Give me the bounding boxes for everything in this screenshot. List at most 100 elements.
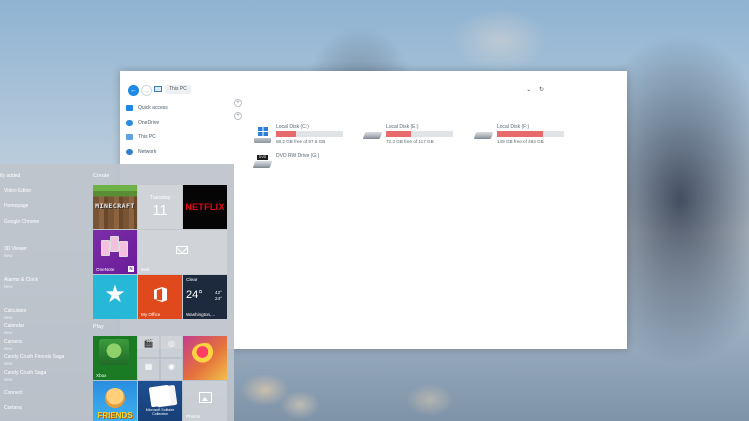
sidebar-item-label: This PC <box>138 134 156 140</box>
drive-free-space: 68.2 GB free of 97.6 GB <box>276 139 326 144</box>
tile-camera[interactable]: ◉ <box>161 359 182 380</box>
tile-photos[interactable]: Photos <box>183 381 227 421</box>
windows-drive-icon <box>258 127 268 136</box>
app-list-item[interactable]: Cortana <box>4 405 22 411</box>
refresh-icon[interactable]: ↻ <box>539 87 544 93</box>
tile-weather[interactable]: Clear 24° 42° 24° Washington,... <box>183 275 227 319</box>
tile-xbox[interactable]: Xbox <box>93 336 137 380</box>
hard-drive-icon <box>362 132 383 139</box>
app-list-item[interactable]: Camera <box>4 339 22 345</box>
tile-candy-crush-saga[interactable] <box>183 336 227 380</box>
app-list-item[interactable]: Google Chrome <box>4 219 39 225</box>
app-new-badge: New <box>4 361 13 366</box>
tile-movies[interactable]: 🎬 <box>138 336 159 357</box>
app-list-item[interactable]: Connect <box>4 390 23 396</box>
back-button[interactable]: ← <box>128 85 139 96</box>
minecraft-logo: MINECRAFT <box>95 202 135 210</box>
address-bar[interactable]: This PC <box>165 85 191 94</box>
office-logo-icon <box>154 287 167 302</box>
tile-label: Xbox <box>96 373 107 378</box>
drive-g-dvd[interactable]: DVD DVD RW Drive (G:) <box>252 153 349 177</box>
drive-f[interactable]: Local Disk (F:) 149 GB free of 483 GB <box>473 124 570 148</box>
app-list-item[interactable]: Candy Crush Saga <box>4 370 46 376</box>
sidebar-item-label: Network <box>138 148 157 155</box>
netflix-logo: NETFLIX <box>185 202 225 212</box>
sidebar-item-network[interactable]: Network <box>126 145 236 159</box>
app-list: tly added Video Editor Homepage Google C… <box>0 164 85 421</box>
tile-groove-music[interactable]: ◎ <box>161 336 182 357</box>
quick-access-star-icon <box>126 105 133 111</box>
solitaire-title: Microsoft Solitaire Collection <box>145 408 175 417</box>
toolbar-right-icons: ⌄ ↻ <box>520 86 544 93</box>
playing-cards-icon <box>148 384 172 408</box>
group-title-play: Play <box>93 324 104 330</box>
app-new-badge: New <box>4 330 13 335</box>
hard-drive-icon <box>473 132 494 139</box>
tile-candy-crush-friends[interactable]: FRIENDS <box>93 381 137 421</box>
sidebar-item-quick-access[interactable]: Quick access <box>126 101 236 115</box>
network-icon <box>126 148 133 155</box>
friends-logo: FRIENDS <box>97 411 133 420</box>
drive-e[interactable]: Local Disk (E:) 72.3 GB free of 117 GB <box>362 124 459 148</box>
sidebar-item-this-pc[interactable]: This PC <box>126 130 236 144</box>
expand-plus-icon[interactable]: + <box>234 99 242 107</box>
weather-low: 24° <box>215 296 222 301</box>
app-list-item[interactable]: 3D Viewer <box>4 246 27 252</box>
onenote-icon: N <box>128 266 134 272</box>
app-list-item[interactable]: Calculator <box>4 308 27 314</box>
app-list-item[interactable]: Candy Crush Friends Saga <box>4 354 64 360</box>
weather-temperature: 24° <box>186 289 203 301</box>
expand-plus-icon[interactable]: + <box>234 112 242 120</box>
sidebar-item-onedrive[interactable]: OneDrive <box>126 116 236 130</box>
tile-my-office[interactable]: My Office <box>138 275 182 319</box>
chevron-down-icon[interactable]: ⌄ <box>526 87 531 93</box>
computer-icon <box>126 134 133 140</box>
tile-minecraft[interactable]: MINECRAFT <box>93 185 137 229</box>
drive-base-icon <box>254 138 271 143</box>
sidebar-item-label: Quick access <box>138 105 168 111</box>
sidebar-item-label: OneDrive <box>138 119 160 126</box>
calendar-date: 11 <box>152 202 168 219</box>
group-title-create: Create <box>93 173 110 179</box>
tile-label: My Office <box>141 312 161 317</box>
photo-icon <box>199 392 212 403</box>
app-new-badge: New <box>4 346 13 351</box>
drive-c[interactable]: Local Disk (C:) 68.2 GB free of 97.6 GB <box>254 124 349 148</box>
tile-label: Mail <box>141 267 150 272</box>
app-new-badge: New <box>4 315 13 320</box>
mail-icon <box>176 246 188 254</box>
tile-microsoft-store[interactable]: ★ <box>93 275 137 319</box>
weather-condition: Clear <box>186 278 198 283</box>
onenote-devices-icon <box>101 236 128 260</box>
tile-mail[interactable]: Mail <box>138 230 227 274</box>
tile-label: OneNote <box>96 267 115 272</box>
forward-button[interactable]: → <box>141 85 152 96</box>
tile-solitaire[interactable]: Microsoft Solitaire Collection <box>138 381 182 421</box>
tile-calendar[interactable]: Tuesday 11 <box>138 185 182 229</box>
tile-calculator[interactable]: ▦ <box>138 359 159 380</box>
dvd-drive-icon <box>252 161 273 168</box>
calculator-icon: ▦ <box>144 362 153 371</box>
weather-location: Washington,... <box>186 312 216 317</box>
app-list-item[interactable]: Homepage <box>4 203 28 209</box>
calendar-day: Tuesday <box>149 195 171 201</box>
recently-added-heading: tly added <box>0 173 21 179</box>
navigation-pane: Quick access OneDrive This PC Network <box>126 101 236 159</box>
app-new-badge: New <box>4 284 13 289</box>
drive-name: DVD RW Drive (G:) <box>276 153 320 159</box>
drive-usage-bar <box>276 131 343 137</box>
tile-netflix[interactable]: NETFLIX <box>183 185 227 229</box>
app-list-item[interactable]: Calendar <box>4 323 24 329</box>
candy-icon <box>192 343 218 363</box>
xbox-artwork-icon <box>99 339 129 365</box>
tile-onenote[interactable]: OneNote N <box>93 230 137 274</box>
camera-icon: ◉ <box>168 362 175 371</box>
app-new-badge: New <box>4 253 13 258</box>
disc-icon: ◎ <box>168 339 175 348</box>
app-list-item[interactable]: Video Editor <box>4 188 31 194</box>
this-pc-icon <box>154 86 162 92</box>
drive-free-space: 149 GB free of 483 GB <box>497 139 544 144</box>
drive-name: Local Disk (F:) <box>497 124 530 130</box>
drive-free-space: 72.3 GB free of 117 GB <box>386 139 434 144</box>
app-list-item[interactable]: Alarms & Clock <box>4 277 38 283</box>
